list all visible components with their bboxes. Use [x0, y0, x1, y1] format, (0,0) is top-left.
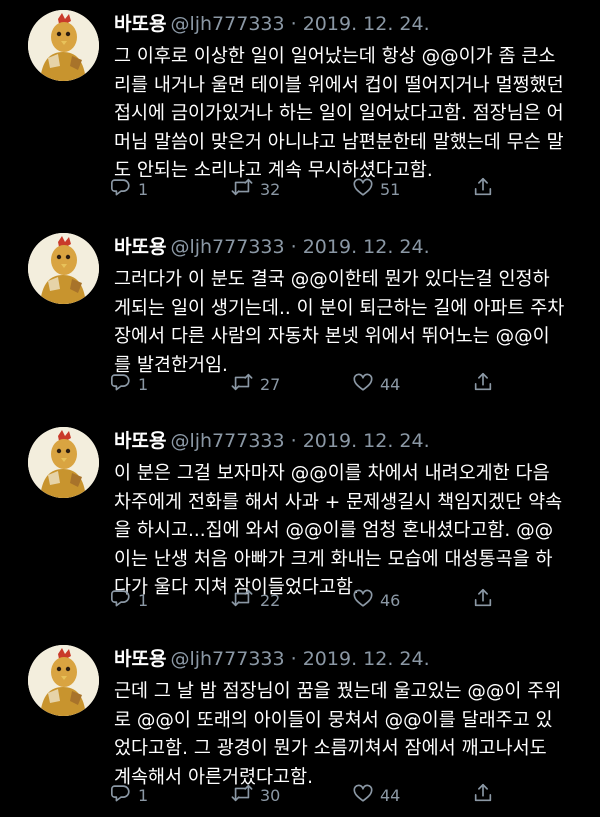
tweet-text-line: 리를 내거나 울면 테이블 위에서 컵이 떨어지거나 멀쩡했던: [114, 74, 564, 96]
share-icon: [472, 176, 494, 202]
avatar-image: [28, 233, 99, 304]
reply-count: 1: [138, 179, 149, 199]
avatar[interactable]: [28, 427, 99, 498]
handle[interactable]: @ljh777333: [170, 430, 284, 452]
reply-icon: [110, 371, 132, 397]
like-count: 46: [380, 590, 401, 610]
reply-icon: [110, 176, 132, 202]
tweet-text-line: 을 하시고...집에 와서 @@이를 엄청 혼내셨다고함. @@: [114, 520, 554, 541]
tweet-meta: @ljh777333 · 2019. 12. 24.: [170, 236, 430, 258]
tweet-thread: 바또용 @ljh777333 · 2019. 12. 24. 그 이후로 이상한 …: [0, 0, 600, 817]
like-icon: [352, 782, 374, 808]
tweet-meta: @ljh777333 · 2019. 12. 24.: [170, 430, 430, 452]
share-icon: [472, 587, 494, 613]
tweet-header: 바또용 @ljh777333 · 2019. 12. 24.: [114, 645, 430, 673]
reply-button[interactable]: 1: [110, 371, 148, 397]
avatar[interactable]: [28, 10, 99, 81]
tweet-date[interactable]: 2019. 12. 24.: [303, 648, 430, 670]
reply-count: 1: [138, 785, 149, 805]
tweet-text-line: 차주에게 전화를 해서 사과 + 문제생길시 책임지겠단 약속: [114, 491, 563, 513]
avatar[interactable]: [28, 233, 99, 304]
avatar-image: [28, 10, 99, 81]
tweet-text-line: 그 이후로 이상한 일이 일어났는데 항상 @@이가 좀 큰소: [114, 46, 556, 67]
retweet-button[interactable]: 30: [230, 782, 280, 808]
retweet-icon: [230, 176, 254, 202]
tweet-text: 그 이후로 이상한 일이 일어났는데 항상 @@이가 좀 큰소리를 내거나 울면…: [114, 43, 584, 186]
tweet-text-line: 게되는 일이 생기는데.. 이 분이 퇴근하는 길에 아파트 주차: [114, 297, 565, 319]
reply-button[interactable]: 1: [110, 587, 148, 613]
share-icon: [472, 782, 494, 808]
tweet-text-line: 머님 말씀이 맞은거 아니냐고 남편분한테 말했는데 무슨 말: [114, 131, 564, 153]
tweet-text-line: 로 @@이 또래의 아이들이 뭉쳐서 @@이를 달래주고 있: [114, 709, 553, 731]
retweet-count: 22: [260, 590, 281, 610]
tweet-header: 바또용 @ljh777333 · 2019. 12. 24.: [114, 427, 430, 455]
like-button[interactable]: 44: [352, 782, 400, 808]
retweet-count: 32: [260, 179, 281, 199]
tweet-actions: 1 22 46: [110, 587, 510, 613]
like-button[interactable]: 46: [352, 587, 400, 613]
tweet-date[interactable]: 2019. 12. 24.: [303, 430, 430, 452]
tweet-text-line: 근데 그 날 밤 점장님이 꿈을 꿨는데 울고있는 @@이 주위: [114, 681, 562, 702]
tweet-text-line: 그러다가 이 분도 결국 @@이한테 뭔가 있다는걸 인정하: [114, 269, 550, 290]
avatar-image: [28, 427, 99, 498]
tweet-text: 그러다가 이 분도 결국 @@이한테 뭔가 있다는걸 인정하게되는 일이 생기는…: [114, 266, 584, 380]
share-button[interactable]: [472, 371, 494, 397]
handle[interactable]: @ljh777333: [170, 648, 284, 670]
share-icon: [472, 371, 494, 397]
retweet-icon: [230, 587, 254, 613]
retweet-icon: [230, 782, 254, 808]
tweet-date[interactable]: 2019. 12. 24.: [303, 13, 430, 35]
retweet-count: 30: [260, 785, 281, 805]
display-name[interactable]: 바또용: [114, 430, 166, 452]
like-button[interactable]: 44: [352, 371, 400, 397]
tweet-text: 이 분은 그걸 보자마자 @@이를 차에서 내려오게한 다음차주에게 전화를 해…: [114, 460, 584, 603]
tweet-meta: @ljh777333 · 2019. 12. 24.: [170, 13, 430, 35]
retweet-count: 27: [260, 374, 281, 394]
reply-button[interactable]: 1: [110, 176, 148, 202]
handle[interactable]: @ljh777333: [170, 13, 284, 35]
retweet-button[interactable]: 22: [230, 587, 280, 613]
display-name[interactable]: 바또용: [114, 13, 166, 35]
retweet-icon: [230, 371, 254, 397]
tweet-text-line: 이는 난생 처음 아빠가 크게 화내는 모습에 대성통곡을 하: [114, 548, 553, 570]
retweet-button[interactable]: 27: [230, 371, 280, 397]
share-button[interactable]: [472, 587, 494, 613]
like-button[interactable]: 51: [352, 176, 400, 202]
share-button[interactable]: [472, 782, 494, 808]
reply-icon: [110, 587, 132, 613]
reply-icon: [110, 782, 132, 808]
like-icon: [352, 587, 374, 613]
like-icon: [352, 176, 374, 202]
tweet-header: 바또용 @ljh777333 · 2019. 12. 24.: [114, 233, 430, 261]
avatar[interactable]: [28, 645, 99, 716]
reply-count: 1: [138, 590, 149, 610]
display-name[interactable]: 바또용: [114, 236, 166, 258]
share-button[interactable]: [472, 176, 494, 202]
like-icon: [352, 371, 374, 397]
tweet-header: 바또용 @ljh777333 · 2019. 12. 24.: [114, 10, 430, 38]
display-name[interactable]: 바또용: [114, 648, 166, 670]
tweet-text-line: 접시에 금이가있거나 하는 일이 일어났다고함. 점장님은 어: [114, 103, 564, 124]
tweet-date[interactable]: 2019. 12. 24.: [303, 236, 430, 258]
like-count: 51: [380, 179, 401, 199]
like-count: 44: [380, 374, 401, 394]
reply-button[interactable]: 1: [110, 782, 148, 808]
tweet-actions: 1 32 51: [110, 176, 510, 202]
tweet-text-line: 장에서 다른 사람의 자동차 본넷 위에서 뛰어노는 @@이: [114, 326, 550, 347]
avatar-image: [28, 645, 99, 716]
tweet-actions: 1 30 44: [110, 782, 510, 808]
tweet-text-line: 었다고함. 그 광경이 뭔가 소름끼쳐서 잠에서 깨고나서도: [114, 738, 547, 759]
tweet-meta: @ljh777333 · 2019. 12. 24.: [170, 648, 430, 670]
tweet-actions: 1 27 44: [110, 371, 510, 397]
reply-count: 1: [138, 374, 149, 394]
tweet-text: 근데 그 날 밤 점장님이 꿈을 꿨는데 울고있는 @@이 주위로 @@이 또래…: [114, 678, 584, 792]
like-count: 44: [380, 785, 401, 805]
tweet-text-line: 이 분은 그걸 보자마자 @@이를 차에서 내려오게한 다음: [114, 463, 550, 484]
handle[interactable]: @ljh777333: [170, 236, 284, 258]
retweet-button[interactable]: 32: [230, 176, 280, 202]
